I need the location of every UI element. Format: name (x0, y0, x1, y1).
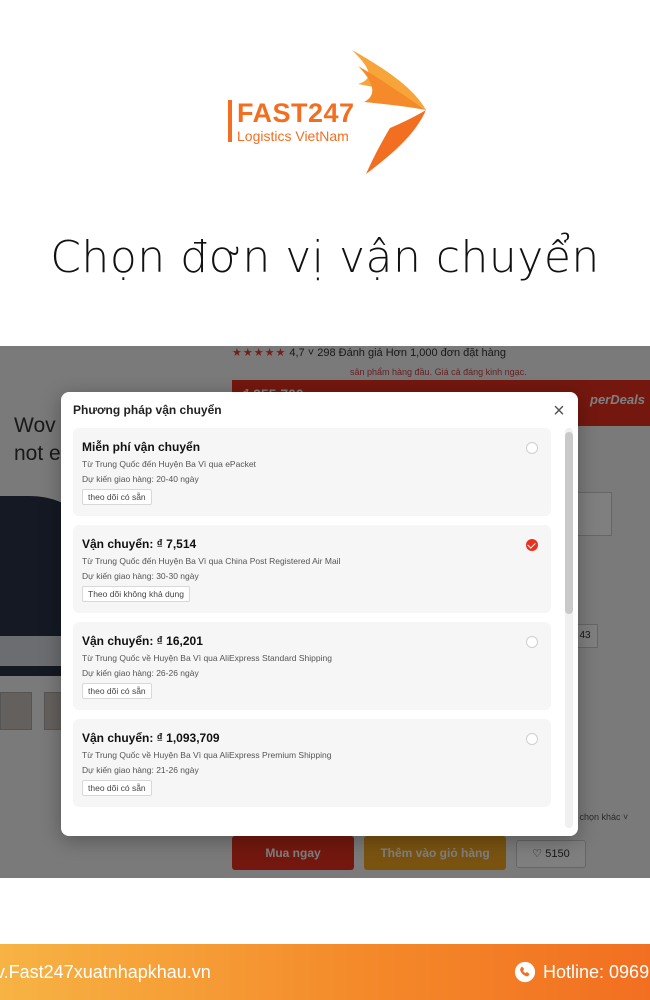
option-radio-checked[interactable] (526, 539, 538, 551)
footer-bar: v.Fast247xuatnhapkhau.vn Hotline: 0969 (0, 944, 650, 1000)
scrollbar-thumb[interactable] (565, 432, 573, 614)
tracking-badge: theo dõi có sẵn (82, 683, 152, 699)
shipping-option[interactable]: Miễn phí vận chuyển Từ Trung Quốc đến Hu… (73, 428, 551, 516)
option-radio[interactable] (526, 636, 538, 648)
option-route: Từ Trung Quốc về Huyện Ba Vì qua AliExpr… (82, 750, 332, 760)
shipping-option[interactable]: Vận chuyển: ₫ 7,514 Từ Trung Quốc đến Hu… (73, 525, 551, 613)
tracking-badge: Theo dõi không khả dụng (82, 586, 190, 602)
brand-logo: FAST247 Logistics VietNam (224, 48, 434, 178)
option-radio[interactable] (526, 733, 538, 745)
logo-title: FAST247 (237, 98, 355, 128)
page-title: Chọn đơn vị vận chuyển (50, 232, 600, 283)
tracking-badge: theo dõi có sẵn (82, 780, 152, 796)
dialog-title: Phương pháp vận chuyển (73, 403, 222, 417)
option-radio[interactable] (526, 442, 538, 454)
logo-bar (228, 100, 232, 142)
close-icon[interactable]: × (550, 401, 568, 421)
option-eta: Dự kiến giao hàng: 21-26 ngày (82, 765, 199, 775)
option-title: Vận chuyển: ₫ 1,093,709 (82, 731, 220, 745)
option-eta: Dự kiến giao hàng: 20-40 ngày (82, 474, 199, 484)
hotline-text[interactable]: Hotline: 0969 (543, 962, 649, 983)
tracking-badge: theo dõi có sẵn (82, 489, 152, 505)
scrollbar[interactable] (565, 428, 573, 828)
website-link[interactable]: v.Fast247xuatnhapkhau.vn (0, 962, 211, 983)
shipping-option[interactable]: Vận chuyển: ₫ 16,201 Từ Trung Quốc về Hu… (73, 622, 551, 710)
option-title: Miễn phí vận chuyển (82, 440, 201, 454)
phone-icon (514, 961, 536, 983)
wing-icon (352, 50, 426, 174)
option-eta: Dự kiến giao hàng: 30-30 ngày (82, 571, 199, 581)
logo-tagline: Logistics VietNam (237, 128, 349, 144)
option-title: Vận chuyển: ₫ 7,514 (82, 537, 197, 551)
option-title: Vận chuyển: ₫ 16,201 (82, 634, 203, 648)
shipping-options-list: Miễn phí vận chuyển Từ Trung Quốc đến Hu… (73, 428, 551, 828)
shipping-method-dialog: Phương pháp vận chuyển × Miễn phí vận ch… (61, 392, 578, 836)
shipping-option[interactable]: Vận chuyển: ₫ 1,093,709 Từ Trung Quốc về… (73, 719, 551, 807)
option-route: Từ Trung Quốc về Huyện Ba Vì qua AliExpr… (82, 653, 332, 663)
option-route: Từ Trung Quốc đến Huyện Ba Vì qua China … (82, 556, 341, 566)
option-route: Từ Trung Quốc đến Huyện Ba Vì qua ePacke… (82, 459, 256, 469)
option-eta: Dự kiến giao hàng: 26-26 ngày (82, 668, 199, 678)
